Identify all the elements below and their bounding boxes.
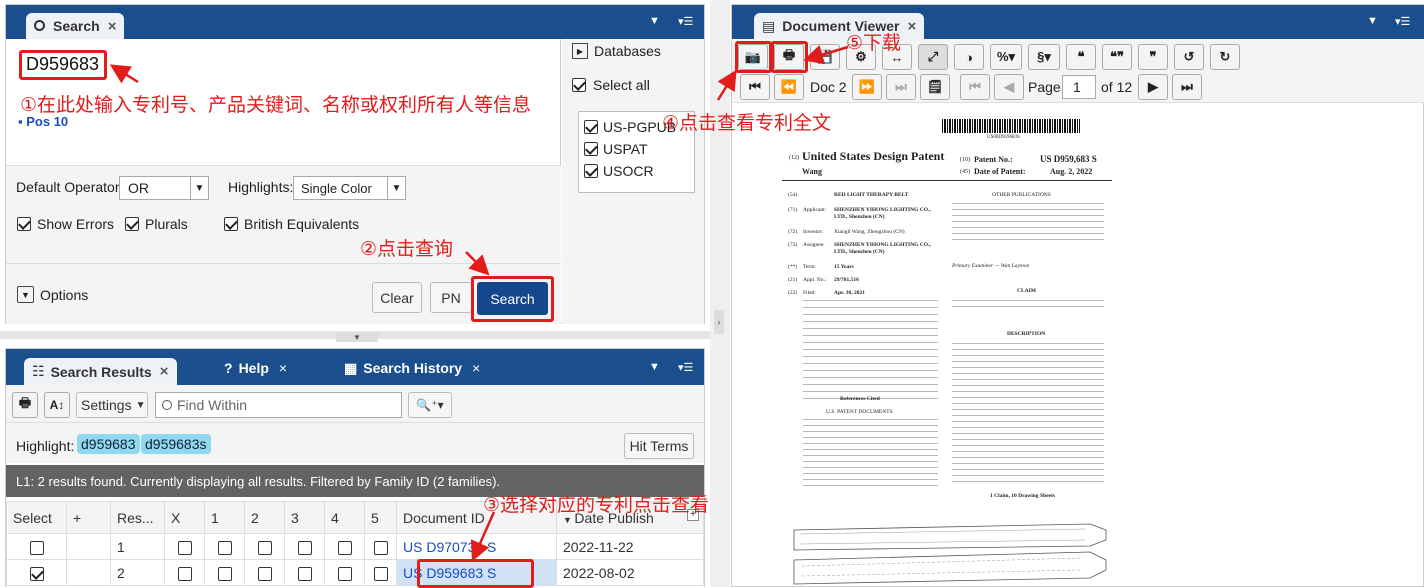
arrow-2: [465, 251, 490, 276]
arrow-3: [470, 511, 496, 562]
annotation-arrows: [109, 45, 849, 562]
arrow-1: [109, 64, 139, 84]
arrow-5: [803, 45, 849, 65]
arrow-4: [716, 69, 737, 101]
